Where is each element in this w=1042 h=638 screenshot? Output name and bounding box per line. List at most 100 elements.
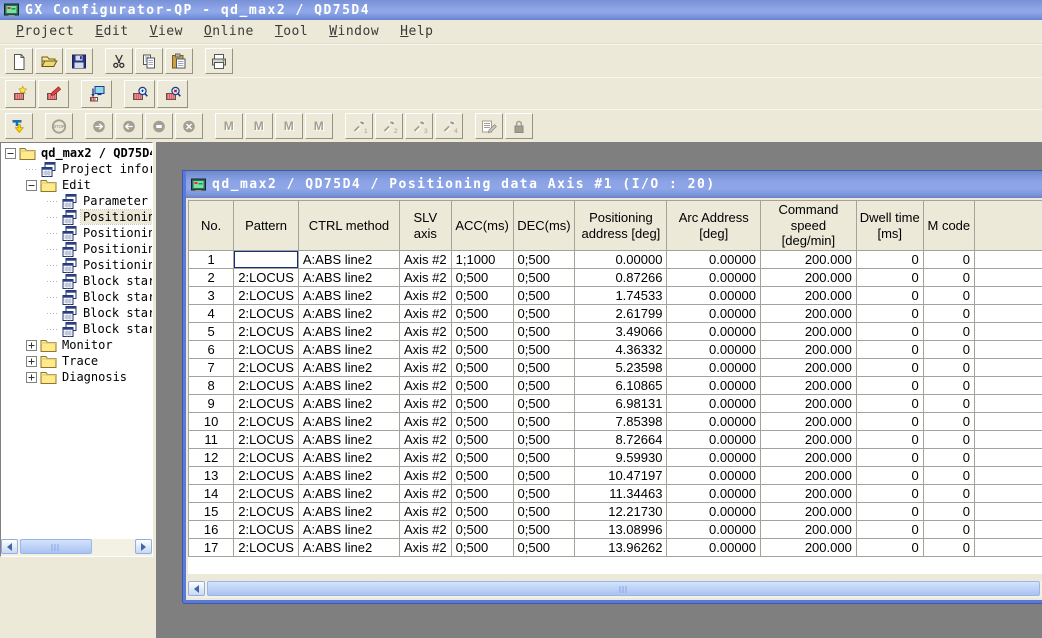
grid-cell[interactable]: A:ABS line2 (298, 359, 399, 377)
grid-cell[interactable]: 1 (189, 251, 234, 269)
grid-cell[interactable]: 0 (923, 287, 974, 305)
grid-cell[interactable] (974, 521, 1042, 539)
write-to-module-button[interactable] (5, 113, 33, 139)
grid-cell[interactable]: 200.000 (761, 467, 857, 485)
scroll-right-button[interactable] (135, 539, 152, 554)
edit-data-button[interactable] (475, 113, 503, 139)
menu-edit[interactable]: Edit (87, 21, 136, 42)
grid-cell[interactable]: 11.34463 (575, 485, 667, 503)
grid-cell[interactable]: 0.00000 (667, 395, 761, 413)
grid-cell[interactable]: A:ABS line2 (298, 467, 399, 485)
grid-cell[interactable]: 0 (923, 359, 974, 377)
grid-cell[interactable]: 13 (189, 467, 234, 485)
grid-cell[interactable]: 0 (923, 467, 974, 485)
grid-cell[interactable]: A:ABS line2 (298, 485, 399, 503)
menu-view[interactable]: View (142, 21, 191, 42)
grid-cell[interactable]: A:ABS line2 (298, 431, 399, 449)
edit-module-button[interactable] (38, 80, 69, 108)
grid-cell[interactable]: 0.00000 (667, 539, 761, 557)
grid-cell[interactable]: 2:LOCUS (234, 449, 299, 467)
grid-cell[interactable]: 200.000 (761, 323, 857, 341)
grid-cell[interactable]: 5 (189, 323, 234, 341)
grid-cell[interactable]: 3.49066 (575, 323, 667, 341)
grid-cell[interactable]: 0.00000 (667, 269, 761, 287)
child-titlebar[interactable]: qd_max2 / QD75D4 / Positioning data Axis… (186, 171, 1042, 198)
tree-item-block-start[interactable]: Block start (1, 273, 152, 289)
expand-icon[interactable] (26, 356, 37, 367)
scroll-left-button[interactable] (1, 539, 18, 554)
grid-cell[interactable]: 0;500 (451, 413, 513, 431)
tool-hammer-button[interactable]: 1 (345, 113, 373, 139)
grid-cell[interactable]: 2:LOCUS (234, 503, 299, 521)
grid-cell[interactable] (974, 485, 1042, 503)
tree-horizontal-scrollbar[interactable] (1, 539, 152, 556)
grid-cell[interactable]: 0;500 (513, 341, 575, 359)
grid-cell[interactable]: 0;500 (451, 431, 513, 449)
grid-cell[interactable]: 2 (189, 269, 234, 287)
tree-item-positioning[interactable]: Positioning (1, 209, 152, 225)
grid-horizontal-scrollbar[interactable] (188, 581, 1042, 598)
scroll-thumb[interactable] (20, 539, 92, 554)
grid-cell[interactable]: 200.000 (761, 251, 857, 269)
grid-cell[interactable]: 0 (923, 251, 974, 269)
grid-cell[interactable] (974, 287, 1042, 305)
grid-cell[interactable]: 0;500 (451, 467, 513, 485)
save-button[interactable] (65, 48, 93, 74)
grid-cell[interactable]: 0.00000 (667, 377, 761, 395)
tree-item-monitor[interactable]: Monitor (1, 337, 152, 353)
grid-cell[interactable]: 200.000 (761, 269, 857, 287)
axis-error-reset-button[interactable] (175, 113, 203, 139)
grid-cell[interactable] (974, 449, 1042, 467)
grid-cell[interactable]: A:ABS line2 (298, 269, 399, 287)
grid-cell[interactable] (974, 413, 1042, 431)
grid-cell[interactable]: Axis #2 (400, 413, 452, 431)
tree-item-project-inform[interactable]: Project inform (1, 161, 152, 177)
grid-cell[interactable]: 0.00000 (667, 359, 761, 377)
grid-cell[interactable]: 2:LOCUS (234, 269, 299, 287)
grid-cell[interactable]: 0;500 (451, 359, 513, 377)
grid-cell[interactable]: 12.21730 (575, 503, 667, 521)
grid-cell[interactable]: 200.000 (761, 503, 857, 521)
grid-cell[interactable]: 0 (856, 413, 923, 431)
column-header-blank[interactable] (974, 201, 1042, 251)
expand-icon[interactable] (26, 372, 37, 383)
grid-cell[interactable]: 0.00000 (667, 323, 761, 341)
grid-cell[interactable]: 0 (856, 251, 923, 269)
grid-cell[interactable]: 0;500 (451, 269, 513, 287)
grid-cell[interactable]: A:ABS line2 (298, 251, 399, 269)
module-monitor-button[interactable] (124, 80, 155, 108)
stop-button[interactable]: STOP (45, 113, 73, 139)
grid-cell[interactable]: 0 (856, 539, 923, 557)
grid-cell[interactable]: 2:LOCUS (234, 251, 299, 269)
grid-cell[interactable]: 0;500 (451, 341, 513, 359)
grid-cell[interactable]: 0 (856, 305, 923, 323)
column-header-dwell-time-ms[interactable]: Dwell time [ms] (856, 201, 923, 251)
grid-cell[interactable] (974, 305, 1042, 323)
grid-cell[interactable]: A:ABS line2 (298, 323, 399, 341)
grid-cell[interactable]: 17 (189, 539, 234, 557)
tree-item-qd-max2-qd75d4[interactable]: qd_max2 / QD75D4 (1, 145, 152, 161)
tree-item-positioning[interactable]: Positioning (1, 257, 152, 273)
transfer-setup-button[interactable] (81, 80, 112, 108)
grid-cell[interactable]: 8.72664 (575, 431, 667, 449)
grid-cell[interactable]: 0;500 (513, 539, 575, 557)
grid-cell[interactable]: A:ABS line2 (298, 395, 399, 413)
grid-cell[interactable]: Axis #2 (400, 503, 452, 521)
grid-cell[interactable] (974, 503, 1042, 521)
grid-cell[interactable]: 0.00000 (667, 305, 761, 323)
grid-cell[interactable]: 0;500 (513, 305, 575, 323)
grid-cell[interactable] (974, 431, 1042, 449)
tree-item-diagnosis[interactable]: Diagnosis (1, 369, 152, 385)
grid-cell[interactable] (974, 269, 1042, 287)
grid-cell[interactable]: 200.000 (761, 377, 857, 395)
grid-cell[interactable]: 0 (923, 269, 974, 287)
grid-cell[interactable]: 0 (856, 377, 923, 395)
grid-cell[interactable]: 0 (856, 485, 923, 503)
grid-cell[interactable]: Axis #2 (400, 449, 452, 467)
expand-icon[interactable] (26, 340, 37, 351)
grid-cell[interactable]: 0 (923, 521, 974, 539)
new-module-button[interactable] (5, 80, 36, 108)
tree-item-parameter-d[interactable]: Parameter d (1, 193, 152, 209)
grid-cell[interactable]: 0 (923, 413, 974, 431)
grid-cell[interactable]: Axis #2 (400, 485, 452, 503)
